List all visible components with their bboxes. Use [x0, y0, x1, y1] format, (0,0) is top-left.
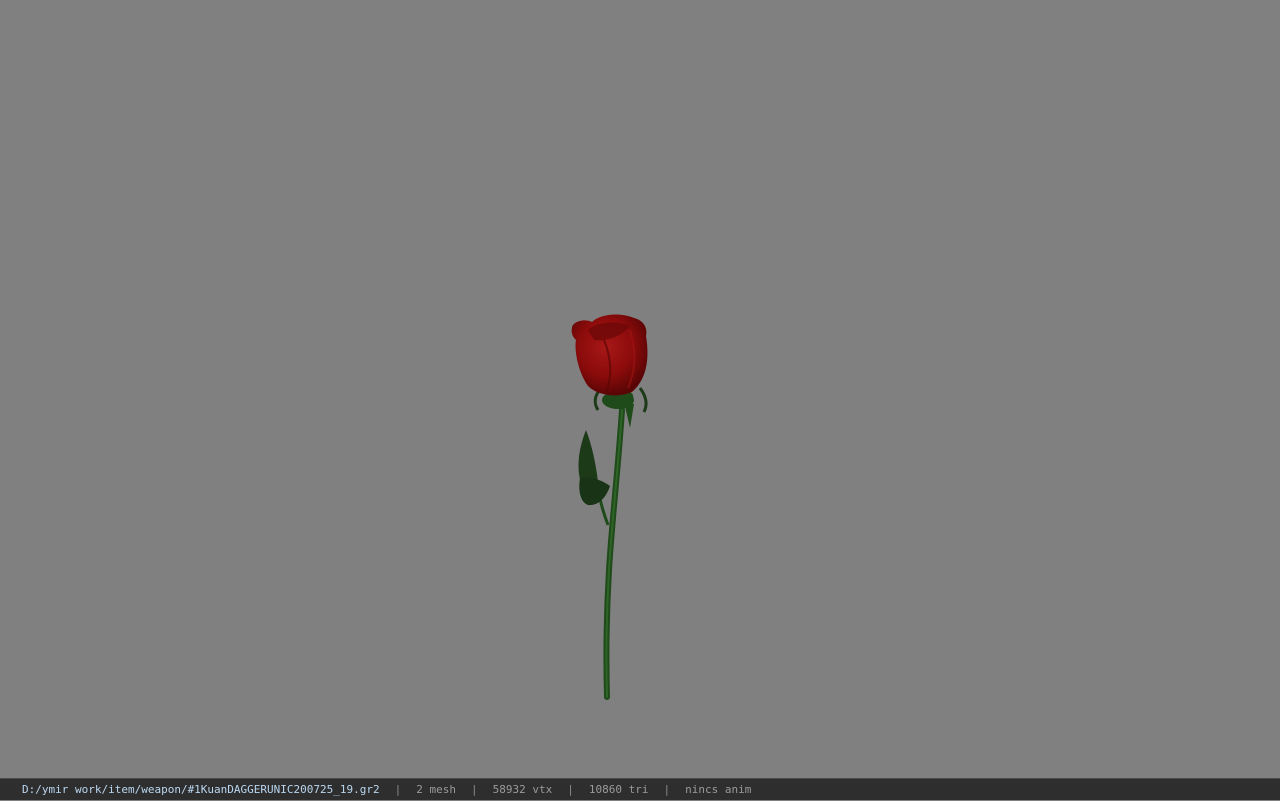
separator: | [471, 783, 478, 796]
status-bar: D:/ymir work/item/weapon/#1KuanDAGGERUNI… [0, 778, 1280, 800]
3d-viewport[interactable] [0, 0, 1280, 778]
animation-status: nincs anim [685, 783, 752, 796]
vertex-count: 58932 vtx [492, 783, 553, 796]
rose-model [571, 314, 648, 700]
separator: | [567, 783, 574, 796]
rose-sepal [593, 388, 602, 411]
triangle-count: 10860 tri [588, 783, 649, 796]
mesh-count: 2 mesh [416, 783, 456, 796]
separator: | [394, 783, 402, 796]
file-path: D:/ymir work/item/weapon/#1KuanDAGGERUNI… [22, 783, 380, 796]
separator: | [663, 783, 671, 796]
